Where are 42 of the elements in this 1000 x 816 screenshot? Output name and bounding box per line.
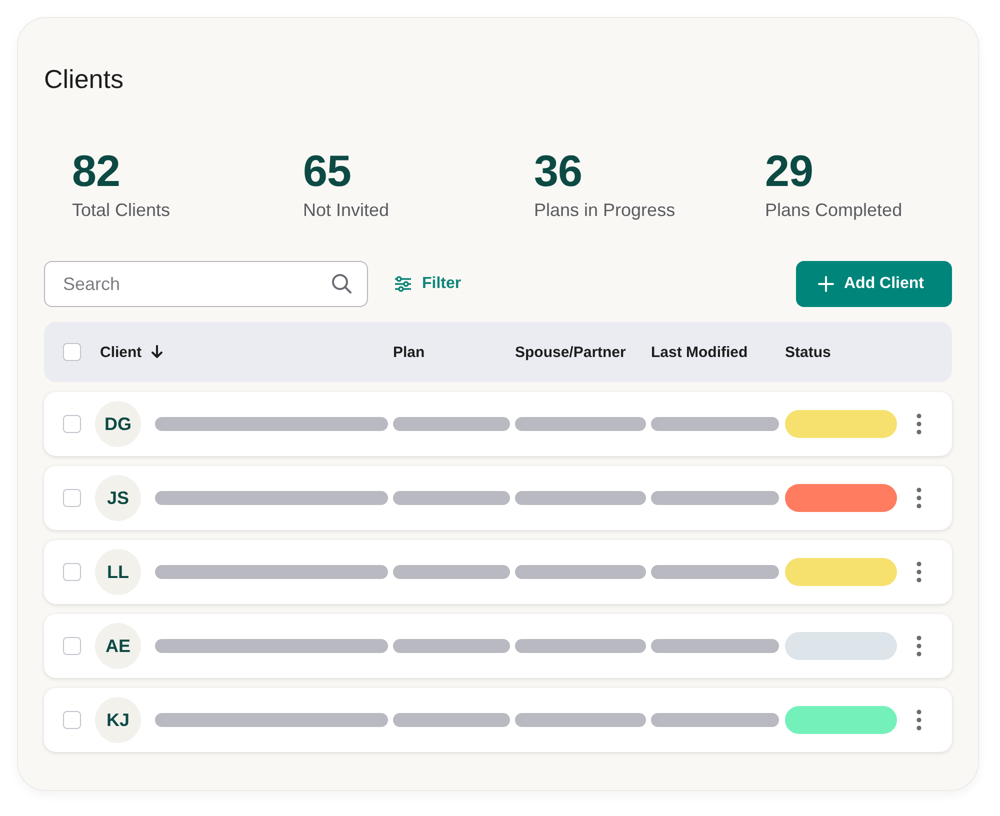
checkbox[interactable]: [63, 637, 81, 655]
avatar-initials: AE: [95, 623, 141, 669]
stat-value: 82: [72, 150, 120, 194]
checkbox[interactable]: [63, 415, 81, 433]
column-header[interactable]: Client: [100, 344, 163, 360]
plus-icon: [818, 276, 834, 292]
filter-button[interactable]: Filter: [392, 271, 464, 297]
add-client-button[interactable]: Add Client: [796, 261, 952, 307]
column-header[interactable]: Status: [785, 344, 831, 360]
stat-label: Not Invited: [303, 200, 390, 221]
sort-arrow-icon[interactable]: [150, 344, 163, 360]
checkbox[interactable]: [63, 489, 81, 507]
column-header[interactable]: Plan: [393, 344, 425, 360]
client-row[interactable]: LL: [44, 540, 952, 604]
client-row[interactable]: DG: [44, 392, 952, 456]
client-row[interactable]: KJ: [44, 688, 952, 752]
avatar-initials: LL: [95, 549, 141, 595]
page-title: Clients: [44, 66, 124, 92]
stat-value: 65: [303, 150, 351, 194]
avatar-initials: KJ: [95, 697, 141, 743]
column-header[interactable]: Last Modified: [651, 344, 748, 360]
column-header[interactable]: Spouse/Partner: [515, 344, 626, 360]
stat-value: 36: [534, 150, 582, 194]
checkbox[interactable]: [63, 343, 81, 361]
stat-label: Plans Completed: [765, 200, 902, 221]
sliders-icon: [394, 276, 412, 292]
search-field[interactable]: Search: [44, 261, 368, 307]
more-options-icon[interactable]: [916, 487, 922, 509]
avatar-initials: JS: [95, 475, 141, 521]
client-row[interactable]: JS: [44, 466, 952, 530]
checkbox[interactable]: [63, 563, 81, 581]
stat-label: Total Clients: [72, 200, 170, 221]
more-options-icon[interactable]: [916, 561, 922, 583]
stat-label: Plans in Progress: [534, 200, 676, 221]
avatar-initials: DG: [95, 401, 141, 447]
more-options-icon[interactable]: [916, 709, 922, 731]
checkbox[interactable]: [63, 711, 81, 729]
more-options-icon[interactable]: [916, 635, 922, 657]
stat-value: 29: [765, 150, 813, 194]
more-options-icon[interactable]: [916, 413, 922, 435]
client-row[interactable]: AE: [44, 614, 952, 678]
search-icon: [331, 273, 352, 294]
